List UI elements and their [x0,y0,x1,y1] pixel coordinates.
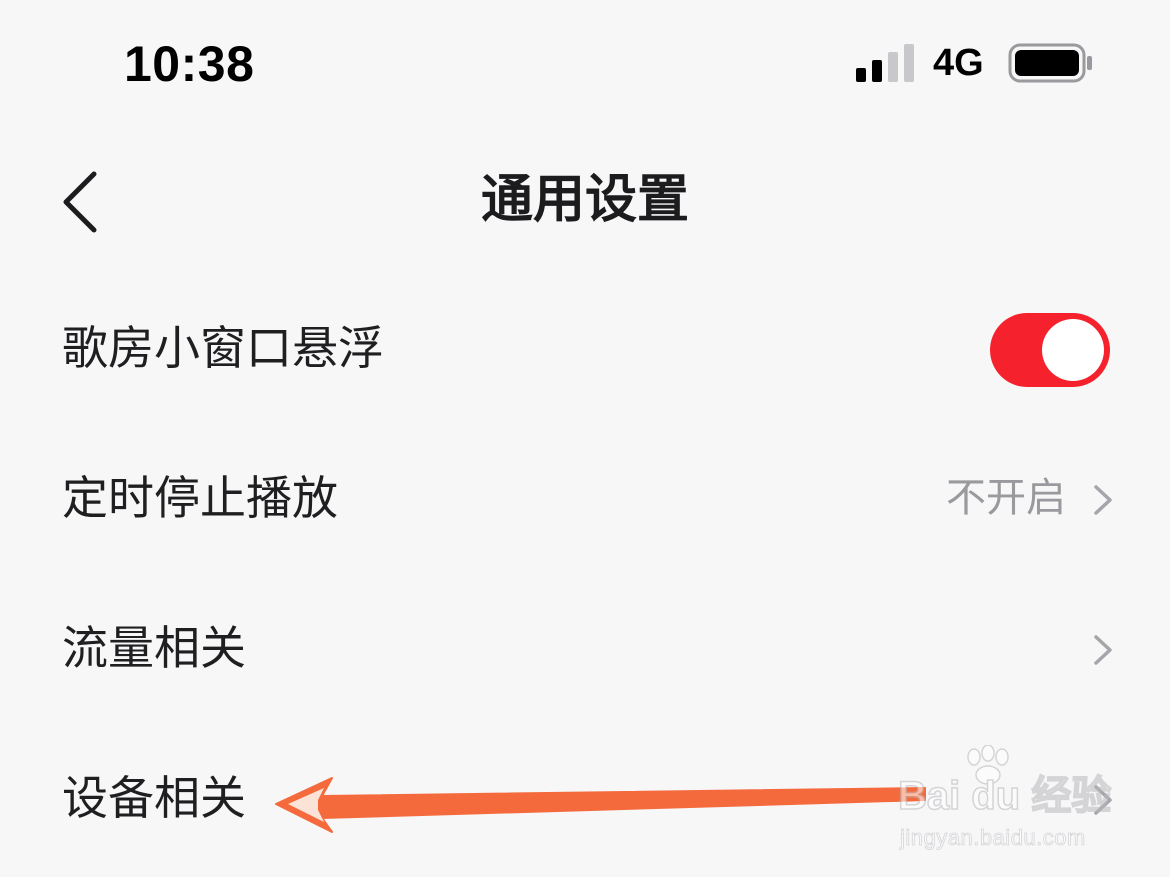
status-time: 10:38 [124,36,255,92]
chevron-right-icon [1094,635,1112,665]
setting-value: 不开启 [946,475,1066,521]
setting-row-data-usage[interactable]: 流量相关 [0,575,1170,725]
annotation-arrow [275,777,926,833]
setting-label: 流量相关 [62,621,246,675]
setting-label: 设备相关 [62,771,246,825]
watermark-brand: Bai du 经验 [897,773,1112,819]
status-bar: 10:38 4G [0,0,1170,130]
floating-window-toggle[interactable] [990,313,1110,387]
setting-label: 定时停止播放 [62,471,338,525]
toggle-knob [1042,319,1104,381]
page-title: 通用设置 [480,170,689,230]
battery-icon [1008,43,1092,83]
chevron-right-icon [1094,485,1112,515]
baidu-watermark: Bai du 经验 jingyan.baidu.com [890,745,1130,860]
setting-label: 歌房小窗口悬浮 [62,321,384,375]
setting-row-sleep-timer[interactable]: 定时停止播放 不开启 [0,425,1170,575]
setting-row-floating-window: 歌房小窗口悬浮 [0,275,1170,425]
watermark-url: jingyan.baidu.com [900,825,1086,851]
network-type: 4G [933,42,984,84]
cellular-signal-icon [856,44,914,82]
navigation-bar: 通用设置 [0,140,1170,260]
